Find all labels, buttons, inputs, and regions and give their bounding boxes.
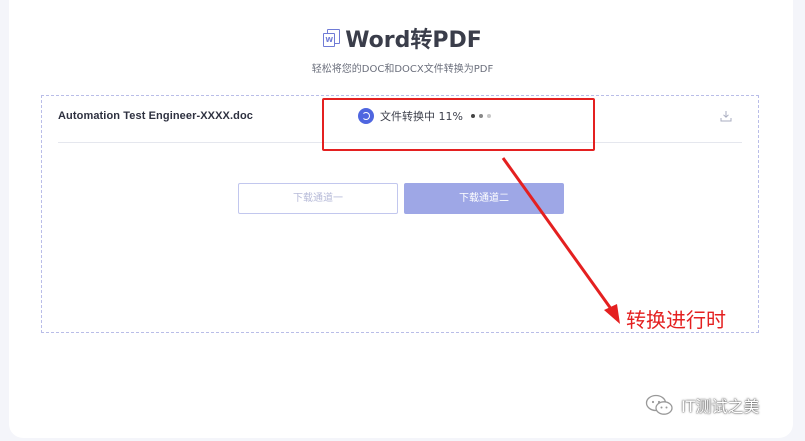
watermark: IT测试之美: [645, 393, 760, 417]
annotation-label: 转换进行时: [626, 308, 726, 332]
wechat-icon: [645, 394, 673, 415]
watermark-text: IT测试之美: [681, 397, 760, 416]
annotation-arrow-icon: [501, 157, 620, 324]
